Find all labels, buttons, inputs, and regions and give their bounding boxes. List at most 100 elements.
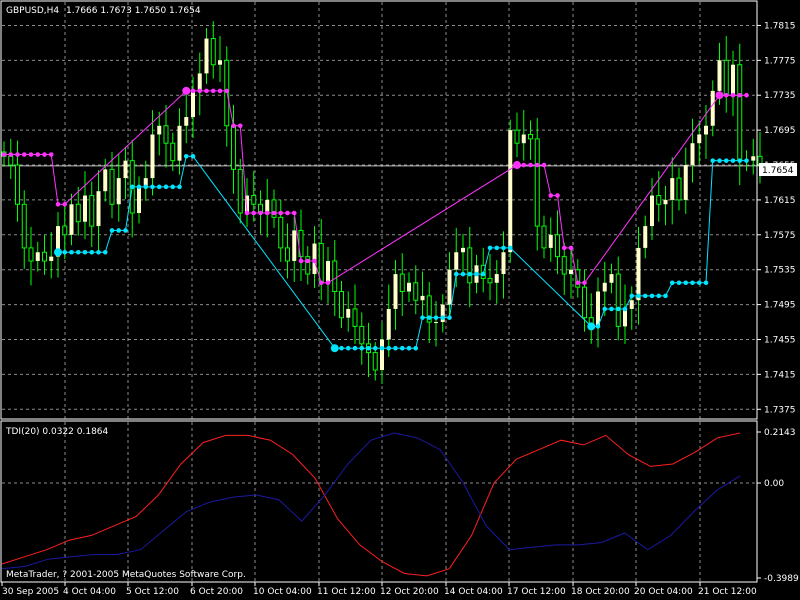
indicator-title: TDI(20) 0.0322 0.1864	[5, 427, 109, 437]
stop-up-dot	[609, 306, 614, 312]
candle-body	[602, 282, 607, 292]
stop-up-dot	[69, 249, 74, 255]
stop-down-dot	[298, 258, 304, 264]
candle-body	[352, 308, 358, 327]
stop-up-dot	[663, 293, 668, 299]
price-tick-label: 1.7695	[764, 126, 796, 136]
candle-body	[150, 134, 155, 179]
candle-body	[629, 300, 634, 309]
candle-body	[157, 125, 162, 135]
stop-down-dot	[217, 88, 223, 94]
candle-body	[399, 273, 405, 293]
candle-body	[670, 178, 675, 200]
stop-down-dot	[251, 210, 257, 216]
candle-body	[197, 73, 202, 91]
stop-up-dot	[406, 345, 412, 351]
candle-body	[528, 133, 533, 140]
candle-body	[650, 195, 654, 227]
stop-down-dot	[737, 92, 743, 98]
stop-down-dot	[35, 152, 41, 157]
time-tick-label: 5 Oct 12:00	[126, 587, 179, 597]
stop-down-dot	[244, 210, 250, 216]
candle-body	[561, 256, 567, 275]
candle-body	[413, 282, 419, 301]
candle-body	[521, 134, 526, 144]
stop-down-dot	[182, 86, 191, 95]
candle-body	[191, 90, 195, 118]
price-tick-label: 1.7495	[764, 301, 796, 311]
candle-body	[393, 274, 398, 309]
stop-up-dot	[474, 271, 479, 277]
candle-body	[501, 252, 506, 275]
candle-body	[96, 191, 101, 227]
stop-up-dot	[330, 344, 339, 353]
candle-body	[116, 178, 121, 205]
candle-body	[710, 90, 715, 126]
stop-up-dot	[96, 249, 101, 255]
current-price-label: 1.7654	[762, 166, 794, 176]
time-tick-label: 30 Sep 2005	[2, 587, 59, 597]
stop-up-dot	[156, 184, 162, 190]
candle-body	[683, 165, 688, 200]
candle-body	[251, 195, 257, 205]
stop-up-dot	[690, 280, 695, 286]
candle-body	[461, 247, 465, 253]
candle-body	[609, 274, 614, 283]
chart-window: 1.78151.77751.77351.76951.76551.76151.75…	[0, 0, 800, 600]
chart-background	[0, 0, 800, 600]
candle-body	[751, 156, 756, 161]
stop-down-dot	[548, 193, 554, 198]
candle-body	[204, 38, 209, 74]
tdi-tick-label: -0.3989	[764, 574, 799, 584]
stop-up-dot	[467, 271, 473, 277]
stop-up-dot	[420, 315, 425, 320]
stop-down-dot	[264, 210, 270, 216]
stop-down-dot	[204, 88, 209, 94]
time-tick-label: 20 Oct 04:00	[634, 587, 693, 597]
stop-up-dot	[109, 228, 115, 233]
time-tick-label: 17 Oct 12:00	[507, 587, 566, 597]
stop-up-dot	[730, 158, 736, 163]
candle-body	[285, 247, 290, 262]
stop-up-dot	[54, 248, 62, 257]
price-tick-label: 1.7575	[764, 231, 796, 241]
stop-up-dot	[587, 322, 596, 331]
stop-up-dot	[744, 158, 749, 163]
stop-up-dot	[75, 249, 81, 255]
candle-body	[332, 260, 338, 293]
stop-down-dot	[305, 258, 311, 264]
stop-up-dot	[656, 293, 662, 299]
stop-down-dot	[521, 162, 527, 168]
candle-body	[494, 274, 499, 283]
candle-body	[386, 308, 391, 340]
candle-body	[623, 308, 627, 327]
time-tick-label: 6 Oct 20:00	[190, 587, 243, 597]
price-tick-label: 1.7455	[764, 335, 796, 345]
stop-down-dot	[15, 152, 20, 157]
stop-up-dot	[339, 345, 344, 351]
candle-body	[69, 204, 74, 235]
candle-body	[21, 203, 27, 249]
price-tick-label: 1.7415	[764, 370, 796, 380]
stop-up-dot	[399, 345, 405, 351]
stop-up-dot	[737, 158, 743, 163]
stop-down-dot	[190, 88, 196, 94]
copyright-footer: MetaTrader, ? 2001-2005 MetaQuotes Softw…	[6, 570, 246, 580]
stop-up-dot	[696, 280, 702, 286]
stop-down-dot	[575, 280, 581, 286]
stop-up-dot	[642, 293, 648, 299]
time-tick-label: 11 Oct 12:00	[317, 587, 376, 597]
candle-body	[704, 125, 708, 135]
stop-down-dot	[528, 162, 533, 168]
stop-down-dot	[1, 152, 7, 157]
candle-body	[596, 291, 600, 327]
candle-body	[28, 247, 34, 262]
stop-up-dot	[717, 158, 722, 163]
candle-body	[163, 125, 169, 144]
time-tick-label: 14 Oct 04:00	[444, 587, 503, 597]
tdi-tick-label: 0.00	[764, 479, 784, 489]
stop-up-dot	[62, 249, 68, 255]
candle-body	[123, 160, 128, 179]
stop-down-dot	[197, 88, 203, 94]
stop-up-dot	[170, 184, 176, 190]
